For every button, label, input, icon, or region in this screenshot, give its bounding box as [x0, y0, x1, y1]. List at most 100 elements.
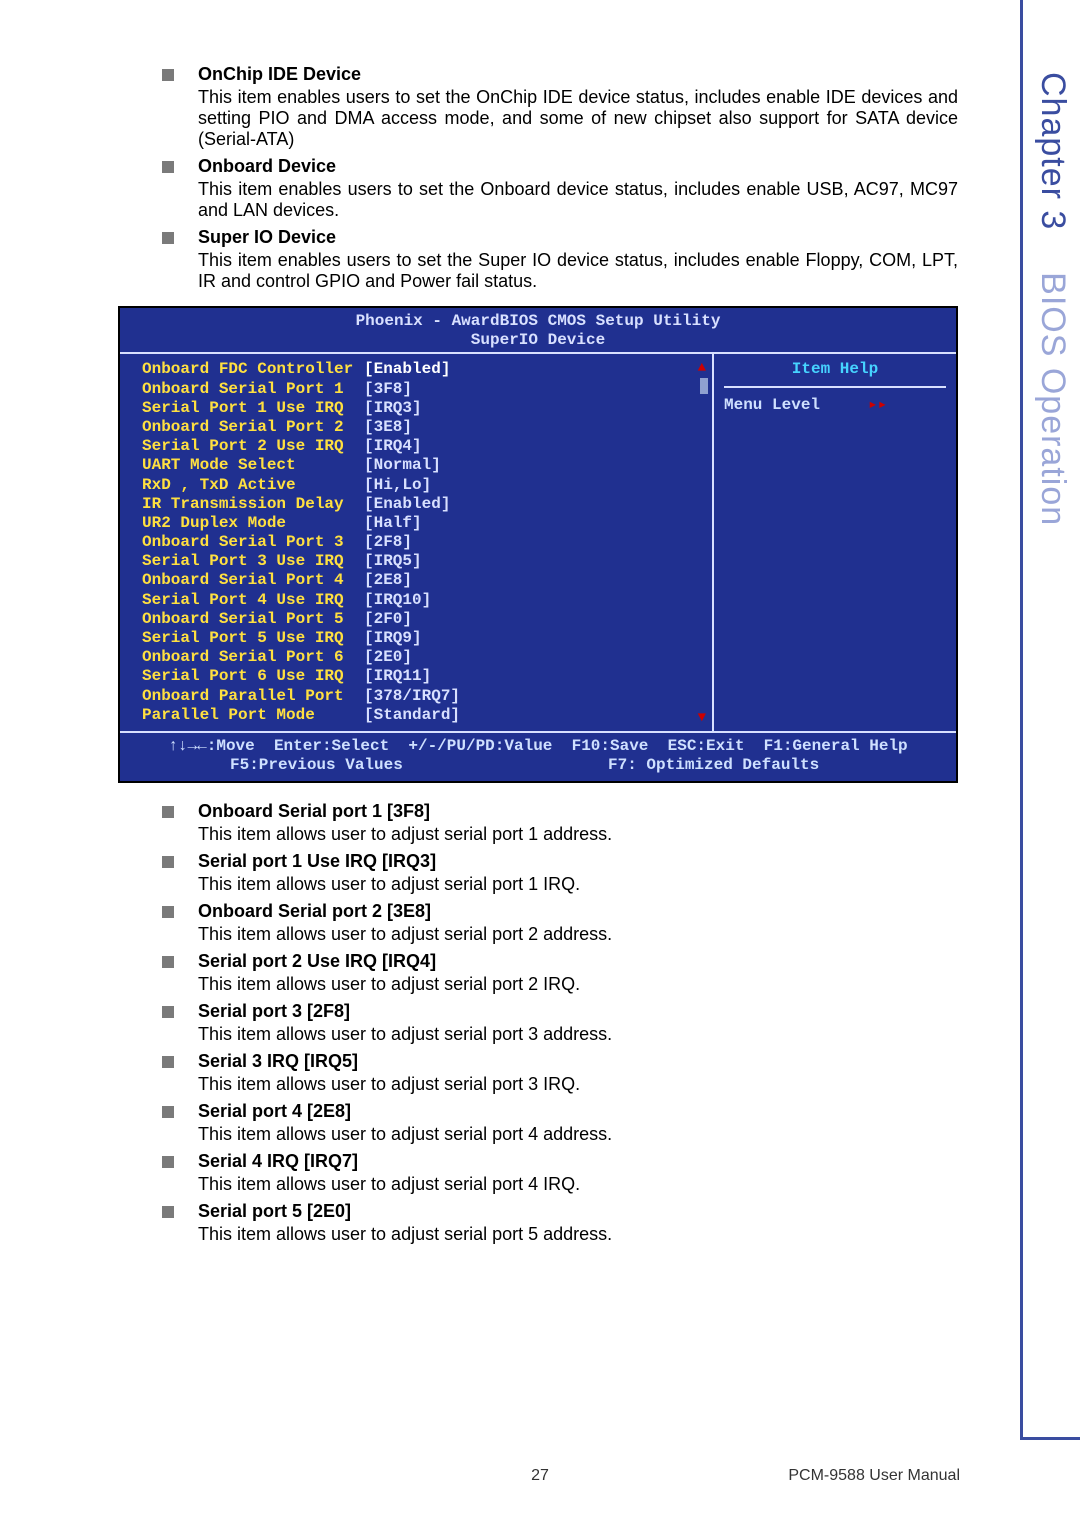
bios-row: Onboard Serial Port 3[2F8]: [142, 533, 704, 552]
bullet-icon: [162, 1156, 174, 1168]
bios-value: [IRQ11]: [364, 667, 431, 686]
setting-item: Onboard Serial port 2 [3E8]This item all…: [162, 901, 958, 945]
scroll-up-icon: ▲: [698, 360, 706, 377]
side-title: BIOS Operation: [1034, 272, 1072, 526]
bios-value: [IRQ10]: [364, 591, 431, 610]
setting-title: Serial port 1 Use IRQ [IRQ3]: [198, 851, 958, 872]
setting-desc: This item allows user to adjust serial p…: [198, 874, 958, 895]
bios-label: Serial Port 6 Use IRQ: [142, 667, 364, 686]
bios-value: [2F8]: [364, 533, 412, 552]
setting-item: Onboard Serial port 1 [3F8]This item all…: [162, 801, 958, 845]
manual-title: PCM-9588 User Manual: [788, 1467, 960, 1485]
bios-title: Phoenix - AwardBIOS CMOS Setup Utility: [120, 308, 956, 331]
bios-value: [Standard]: [364, 706, 460, 725]
setting-desc: This item allows user to adjust serial p…: [198, 1074, 958, 1095]
bios-label: Serial Port 4 Use IRQ: [142, 591, 364, 610]
side-text: Chapter 3 BIOS Operation: [1033, 72, 1072, 526]
bios-row: Onboard Serial Port 4[2E8]: [142, 571, 704, 590]
bios-label: Onboard Serial Port 5: [142, 610, 364, 629]
setting-desc: This item allows user to adjust serial p…: [198, 1224, 958, 1245]
bios-label: Onboard Serial Port 3: [142, 533, 364, 552]
setting-desc: This item allows user to adjust serial p…: [198, 1174, 958, 1195]
scroll-thumb: [700, 378, 708, 394]
setting-item: Serial 4 IRQ [IRQ7]This item allows user…: [162, 1151, 958, 1195]
bios-value: [Enabled]: [364, 495, 450, 514]
bullet-icon: [162, 161, 174, 173]
bios-row: Onboard Serial Port 2[3E8]: [142, 418, 704, 437]
bios-subtitle: SuperIO Device: [120, 331, 956, 352]
bullet-icon: [162, 856, 174, 868]
bios-row: Onboard Serial Port 5[2F0]: [142, 610, 704, 629]
bios-value: [IRQ5]: [364, 552, 422, 571]
bios-screenshot: Phoenix - AwardBIOS CMOS Setup Utility S…: [118, 306, 958, 783]
items-list: Onboard Serial port 1 [3F8]This item all…: [162, 801, 958, 1245]
setting-title: Onboard Serial port 2 [3E8]: [198, 901, 958, 922]
intro-item: Super IO Device This item enables users …: [162, 227, 958, 292]
bios-value: [Normal]: [364, 456, 441, 475]
setting-desc: This item allows user to adjust serial p…: [198, 1024, 958, 1045]
bios-value: [2F0]: [364, 610, 412, 629]
bios-label: Serial Port 3 Use IRQ: [142, 552, 364, 571]
bios-label: Serial Port 1 Use IRQ: [142, 399, 364, 418]
bios-row: Onboard Serial Port 1[3F8]: [142, 380, 704, 399]
page-content: OnChip IDE Device This item enables user…: [118, 64, 958, 1251]
bios-value: [3E8]: [364, 418, 412, 437]
bios-value: [2E8]: [364, 571, 412, 590]
bullet-icon: [162, 1056, 174, 1068]
bios-row: RxD , TxD Active[Hi,Lo]: [142, 476, 704, 495]
setting-desc: This item allows user to adjust serial p…: [198, 824, 958, 845]
intro-item: Onboard Device This item enables users t…: [162, 156, 958, 221]
setting-item: Serial port 1 Use IRQ [IRQ3]This item al…: [162, 851, 958, 895]
bios-label: Serial Port 5 Use IRQ: [142, 629, 364, 648]
bullet-icon: [162, 1106, 174, 1118]
bios-value: [378/IRQ7]: [364, 687, 460, 706]
intro-desc: This item enables users to set the Super…: [198, 250, 958, 292]
bullet-icon: [162, 1006, 174, 1018]
bios-label: Parallel Port Mode: [142, 706, 364, 725]
setting-item: Serial port 2 Use IRQ [IRQ4]This item al…: [162, 951, 958, 995]
bios-value: [Hi,Lo]: [364, 476, 431, 495]
setting-item: Serial port 5 [2E0]This item allows user…: [162, 1201, 958, 1245]
setting-title: Serial port 4 [2E8]: [198, 1101, 958, 1122]
bios-divider: [724, 386, 946, 388]
bios-footer-line1: ↑↓→←:Move Enter:Select +/-/PU/PD:Value F…: [130, 737, 946, 756]
bios-label: RxD , TxD Active: [142, 476, 364, 495]
bios-row: UR2 Duplex Mode[Half]: [142, 514, 704, 533]
bullet-icon: [162, 232, 174, 244]
bios-label: Serial Port 2 Use IRQ: [142, 437, 364, 456]
page-number: 27: [531, 1467, 549, 1485]
bios-value: [Half]: [364, 514, 422, 533]
setting-desc: This item allows user to adjust serial p…: [198, 924, 958, 945]
setting-item: Serial port 3 [2F8]This item allows user…: [162, 1001, 958, 1045]
bullet-icon: [162, 806, 174, 818]
setting-title: Onboard Serial port 1 [3F8]: [198, 801, 958, 822]
bios-row: UART Mode Select[Normal]: [142, 456, 704, 475]
side-tab: Chapter 3 BIOS Operation: [1020, 0, 1080, 1440]
setting-desc: This item allows user to adjust serial p…: [198, 1124, 958, 1145]
intro-item: OnChip IDE Device This item enables user…: [162, 64, 958, 150]
bios-row: Serial Port 6 Use IRQ[IRQ11]: [142, 667, 704, 686]
setting-title: Serial port 3 [2F8]: [198, 1001, 958, 1022]
bios-label: Onboard Serial Port 2: [142, 418, 364, 437]
bios-row: Parallel Port Mode[Standard]: [142, 706, 704, 725]
side-chapter: Chapter 3: [1034, 72, 1072, 230]
bios-footer: ↑↓→←:Move Enter:Select +/-/PU/PD:Value F…: [120, 733, 956, 781]
bios-value: [IRQ3]: [364, 399, 422, 418]
intro-title: Super IO Device: [198, 227, 958, 248]
bios-row: Serial Port 5 Use IRQ[IRQ9]: [142, 629, 704, 648]
bios-help-title: Item Help: [724, 360, 946, 379]
bios-value: [3F8]: [364, 380, 412, 399]
intro-list: OnChip IDE Device This item enables user…: [162, 64, 958, 292]
intro-title: Onboard Device: [198, 156, 958, 177]
setting-item: Serial port 4 [2E8]This item allows user…: [162, 1101, 958, 1145]
bios-body: ▲ ▼ Onboard FDC Controller[Enabled]Onboa…: [120, 352, 956, 733]
bios-row: Serial Port 2 Use IRQ[IRQ4]: [142, 437, 704, 456]
bios-value: [2E0]: [364, 648, 412, 667]
bios-row: Serial Port 3 Use IRQ[IRQ5]: [142, 552, 704, 571]
menu-level-arrows-icon: ▸▸: [868, 396, 887, 414]
setting-title: Serial 4 IRQ [IRQ7]: [198, 1151, 958, 1172]
scroll-down-icon: ▼: [698, 710, 706, 727]
bullet-icon: [162, 956, 174, 968]
setting-item: Serial 3 IRQ [IRQ5]This item allows user…: [162, 1051, 958, 1095]
bios-value: [IRQ4]: [364, 437, 422, 456]
